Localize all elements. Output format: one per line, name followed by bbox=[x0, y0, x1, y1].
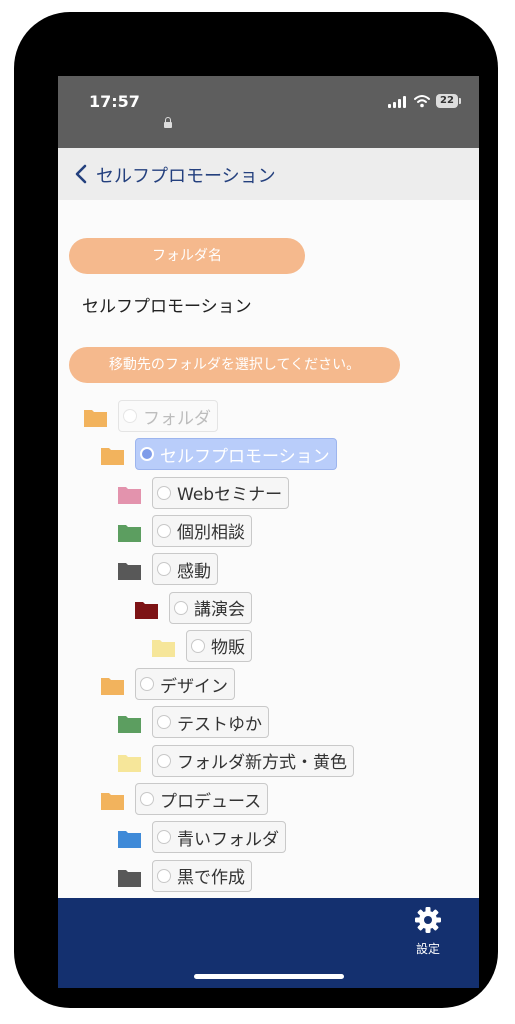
folder-option-label: セルフプロモーション bbox=[160, 446, 330, 467]
folder-option-label: 個別相談 bbox=[177, 523, 245, 544]
folder-option-label: 青いフォルダ bbox=[177, 829, 279, 850]
folder-icon bbox=[118, 754, 141, 772]
phone-frame: 17:57 22 セルフプロモーション フォルダ名 セルフプロモーション 移動先… bbox=[14, 12, 498, 1008]
folder-option-label: 講演会 bbox=[194, 600, 245, 620]
folder-option-label: 感動 bbox=[177, 561, 211, 582]
folder-icon bbox=[152, 639, 175, 657]
cellular-signal-icon bbox=[388, 96, 408, 108]
folder-icon bbox=[118, 563, 141, 581]
content: フォルダ名 セルフプロモーション 移動先のフォルダを選択してください。 フォルダ… bbox=[58, 200, 479, 898]
folder-name-label: フォルダ名 bbox=[69, 238, 305, 274]
folder-option[interactable]: 青いフォルダ bbox=[152, 821, 286, 854]
folder-option-label: プロデュース bbox=[160, 791, 262, 812]
tab-bar: 設定 bbox=[58, 898, 479, 988]
folder-option[interactable]: 物販 bbox=[186, 629, 252, 662]
radio-button[interactable] bbox=[157, 753, 171, 768]
gear-icon bbox=[415, 907, 441, 933]
folder-icon bbox=[118, 831, 141, 849]
folder-option-label: デザイン bbox=[160, 676, 228, 697]
folder-option-label: テストゆか bbox=[177, 714, 262, 735]
folder-icon bbox=[101, 448, 124, 466]
folder-option-label: 黒で作成 bbox=[177, 868, 245, 889]
radio-button[interactable] bbox=[157, 485, 171, 500]
radio-button[interactable] bbox=[157, 562, 171, 577]
radio-button[interactable] bbox=[157, 830, 171, 845]
folder-name-value: セルフプロモーション bbox=[82, 297, 252, 317]
folder-icon bbox=[118, 716, 141, 734]
folder-icon bbox=[118, 486, 141, 504]
wifi-icon bbox=[414, 95, 430, 108]
chevron-left-icon[interactable] bbox=[68, 160, 96, 188]
folder-option[interactable]: テストゆか bbox=[152, 706, 269, 739]
folder-icon bbox=[118, 869, 141, 887]
folder-option[interactable]: 黒で作成 bbox=[152, 859, 252, 892]
radio-button[interactable] bbox=[174, 600, 188, 615]
radio-button bbox=[123, 409, 137, 423]
folder-option[interactable]: セルフプロモーション bbox=[135, 438, 337, 471]
folder-icon bbox=[135, 601, 158, 619]
folder-icon bbox=[101, 793, 124, 810]
lock-icon bbox=[164, 117, 172, 128]
radio-button[interactable] bbox=[140, 677, 154, 692]
radio-button[interactable] bbox=[140, 447, 154, 462]
radio-button[interactable] bbox=[157, 523, 171, 538]
folder-icon bbox=[84, 410, 107, 427]
folder-option: フォルダ bbox=[118, 400, 218, 432]
folder-option[interactable]: Webセミナー bbox=[152, 476, 290, 509]
radio-button[interactable] bbox=[191, 638, 205, 653]
settings-button[interactable]: 設定 bbox=[404, 906, 452, 962]
folder-option[interactable]: デザイン bbox=[135, 668, 235, 701]
folder-icon bbox=[118, 524, 141, 542]
battery-icon: 22 bbox=[436, 94, 461, 108]
radio-button[interactable] bbox=[157, 715, 171, 730]
folder-option-label: フォルダ新方式・黄色 bbox=[177, 753, 347, 774]
page-title: セルフプロモーション bbox=[96, 166, 276, 187]
folder-option-label: Webセミナー bbox=[177, 485, 283, 506]
folder-option[interactable]: プロデュース bbox=[135, 783, 269, 815]
screen: 17:57 22 セルフプロモーション フォルダ名 セルフプロモーション 移動先… bbox=[58, 76, 479, 988]
nav-bar: セルフプロモーション bbox=[58, 148, 479, 200]
move-destination-label: 移動先のフォルダを選択してください。 bbox=[69, 347, 400, 383]
radio-button[interactable] bbox=[140, 792, 154, 806]
home-indicator bbox=[194, 974, 344, 979]
folder-option-label: フォルダ bbox=[143, 408, 211, 429]
folder-option[interactable]: 個別相談 bbox=[152, 514, 252, 547]
folder-option-label: 物販 bbox=[211, 638, 245, 659]
status-time: 17:57 bbox=[89, 92, 140, 111]
folder-option[interactable]: 感動 bbox=[152, 553, 218, 586]
folder-option[interactable]: 講演会 bbox=[169, 591, 252, 624]
status-bar: 17:57 22 bbox=[58, 76, 479, 148]
folder-icon bbox=[101, 678, 124, 696]
settings-label: 設定 bbox=[415, 942, 440, 956]
folder-option[interactable]: フォルダ新方式・黄色 bbox=[152, 744, 354, 777]
radio-button[interactable] bbox=[157, 868, 171, 883]
